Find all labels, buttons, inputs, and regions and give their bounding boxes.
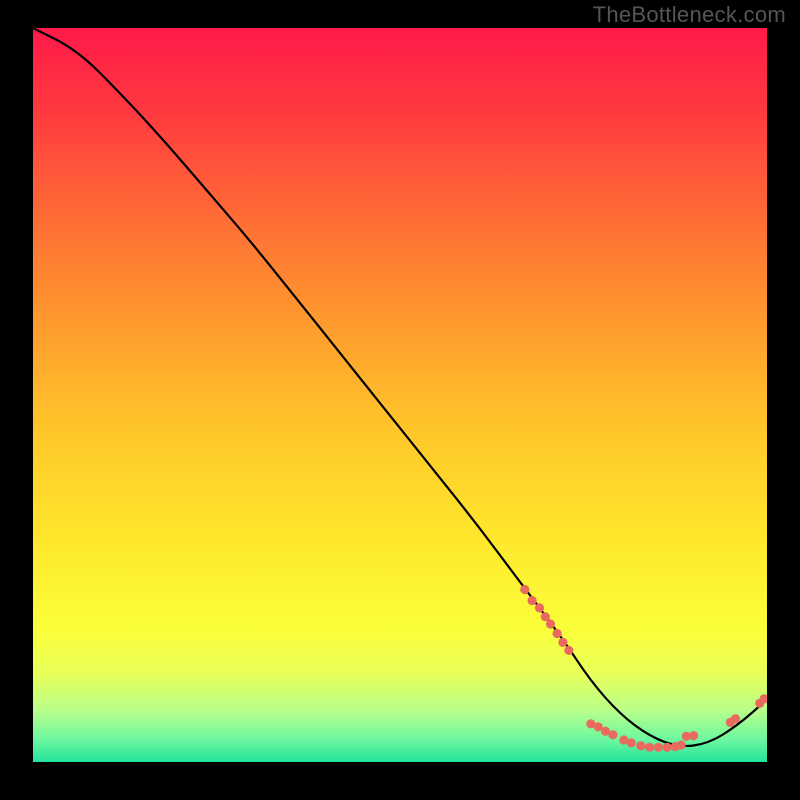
data-marker — [663, 743, 672, 752]
data-marker — [553, 629, 562, 638]
data-marker — [546, 619, 555, 628]
gradient-background — [33, 28, 767, 762]
data-marker — [731, 714, 740, 723]
data-marker — [564, 646, 573, 655]
data-marker — [654, 743, 663, 752]
data-marker — [528, 596, 537, 605]
data-marker — [677, 741, 686, 750]
data-marker — [645, 743, 654, 752]
data-marker — [535, 603, 544, 612]
data-marker — [689, 731, 698, 740]
data-marker — [636, 741, 645, 750]
data-marker — [608, 730, 617, 739]
data-marker — [627, 738, 636, 747]
data-marker — [520, 585, 529, 594]
chart-area — [33, 28, 767, 762]
data-marker — [558, 638, 567, 647]
chart-svg — [33, 28, 767, 762]
watermark-text: TheBottleneck.com — [593, 2, 786, 28]
